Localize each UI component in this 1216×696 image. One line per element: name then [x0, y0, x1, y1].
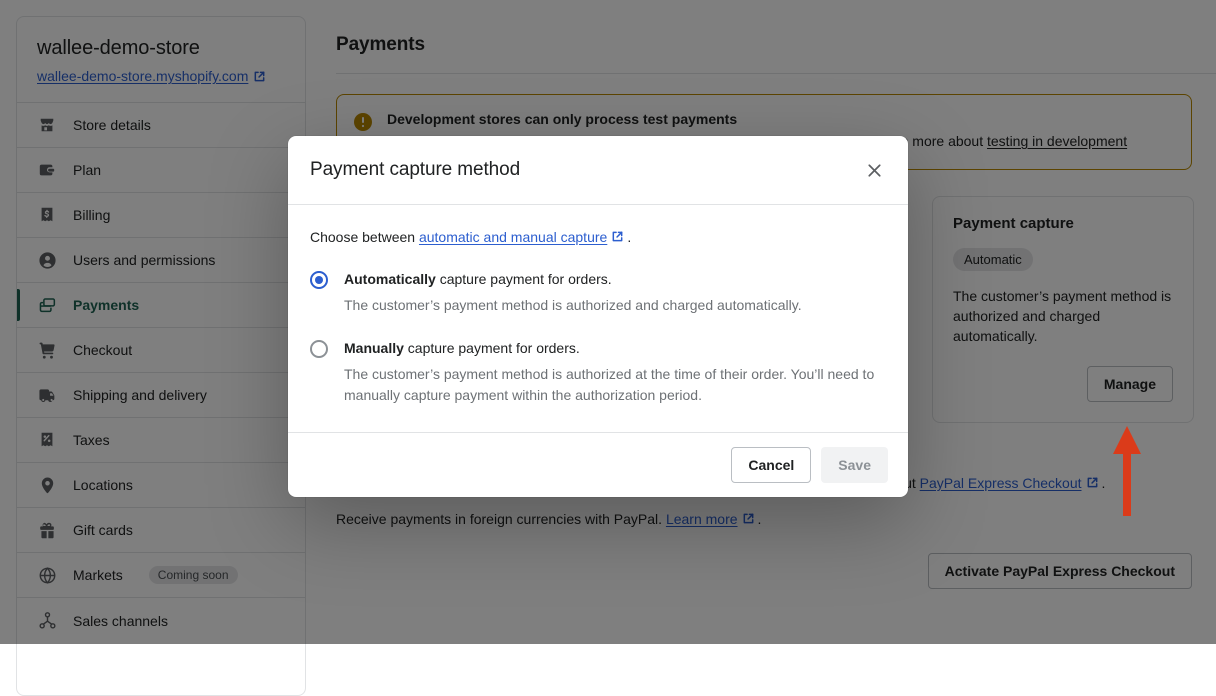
option-automatic-label: Automatically capture payment for orders…	[344, 269, 802, 289]
option-manual-description: The customer’s payment method is authori…	[344, 364, 886, 406]
option-automatic-bold: Automatically	[344, 271, 436, 287]
close-icon[interactable]	[860, 156, 888, 184]
option-automatic[interactable]: Automatically capture payment for orders…	[310, 269, 886, 316]
radio-manual[interactable]	[310, 340, 328, 358]
modal-header: Payment capture method	[288, 136, 908, 205]
external-link-icon	[611, 230, 624, 243]
option-manual-rest: capture payment for orders.	[404, 340, 580, 356]
payment-capture-method-modal: Payment capture method Choose between au…	[288, 136, 908, 497]
radio-automatic[interactable]	[310, 271, 328, 289]
intro-text-2: .	[627, 229, 631, 245]
annotation-arrow-up-icon	[1110, 424, 1144, 516]
option-automatic-description: The customer’s payment method is authori…	[344, 295, 802, 316]
option-manual-bold: Manually	[344, 340, 404, 356]
modal-body: Choose between automatic and manual capt…	[288, 205, 908, 432]
option-manual[interactable]: Manually capture payment for orders. The…	[310, 338, 886, 406]
option-automatic-rest: capture payment for orders.	[436, 271, 612, 287]
automatic-and-manual-capture-link[interactable]: automatic and manual capture	[419, 229, 607, 245]
intro-text-1: Choose between	[310, 229, 419, 245]
modal-footer: Cancel Save	[288, 432, 908, 497]
modal-title: Payment capture method	[310, 159, 520, 181]
modal-intro-text: Choose between automatic and manual capt…	[310, 227, 886, 247]
save-button: Save	[821, 447, 888, 483]
cancel-button[interactable]: Cancel	[731, 447, 811, 483]
option-manual-label: Manually capture payment for orders.	[344, 338, 886, 358]
